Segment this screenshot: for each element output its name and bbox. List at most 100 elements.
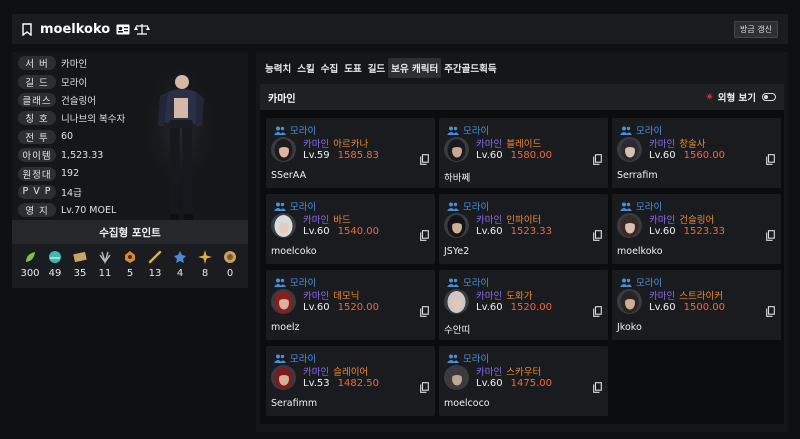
character-card[interactable]: 모라이 카마인 스트라이커 Lv.60 1500.00 Jkoko (612, 270, 781, 340)
collection-point-value: 35 (73, 268, 87, 279)
toggle-switch-icon[interactable] (762, 93, 776, 101)
card-server-class: 카마인 데모닉 (303, 288, 359, 302)
card-levels: Lv.60 1520.00 (476, 302, 552, 313)
card-item-level: 1560.00 (683, 150, 725, 161)
scale-icon[interactable] (134, 23, 151, 35)
profile-row-value: 1,523.33 (61, 149, 104, 161)
sailing-coin-icon (223, 250, 237, 264)
collection-point-value: 0 (226, 268, 234, 279)
card-guild: 모라이 (447, 275, 489, 289)
bookmark-icon[interactable] (22, 22, 34, 36)
profile-panel: 서 버 카마인 길 드 모라이 클래스 건슬링어 칭 호 니나브의 복수자 전 투 60 아이템 1,… (12, 52, 248, 288)
collection-point-item[interactable]: 35 (68, 250, 92, 279)
guild-members-icon (620, 202, 632, 211)
card-level: Lv.60 (303, 302, 330, 313)
card-item-level: 1520.00 (510, 302, 552, 313)
card-server: 카마인 (476, 215, 503, 226)
island-heart-icon (48, 250, 62, 264)
collection-point-item[interactable]: 49 (43, 250, 67, 279)
collection-point-item[interactable]: 8 (193, 250, 217, 279)
copy-icon[interactable] (593, 230, 602, 244)
character-card[interactable]: 모라이 카마인 인파이터 Lv.60 1523.33 JSYe2 (439, 194, 608, 264)
collection-point-item[interactable]: 0 (218, 250, 242, 279)
card-character-name: moelz (271, 322, 300, 333)
character-card[interactable]: 모라이 카마인 바드 Lv.60 1540.00 moelcoko (266, 194, 435, 264)
profile-row-label: 서 버 (18, 56, 56, 71)
profile-row-label: 영 지 (18, 203, 56, 218)
character-card[interactable]: 모라이 카마인 도화가 Lv.60 1520.00 수안띠 (439, 270, 608, 340)
card-item-level: 1482.50 (337, 378, 379, 389)
collection-point-value: 5 (126, 268, 134, 279)
character-card[interactable]: 모라이 카마인 스카우터 Lv.60 1475.00 moelcoco (439, 346, 608, 416)
card-server-class: 카마인 바드 (303, 212, 351, 226)
guild-members-icon (620, 278, 632, 287)
collection-point-item[interactable]: 5 (118, 250, 142, 279)
tab-2[interactable]: 수집 (318, 58, 341, 78)
card-guild-name: 모라이 (463, 202, 490, 213)
card-server: 카마인 (303, 139, 330, 150)
character-card[interactable]: 모라이 카마인 블레이드 Lv.60 1580.00 하바쩨 (439, 118, 608, 188)
copy-icon[interactable] (420, 382, 429, 396)
character-card[interactable]: 모라이 카마인 창술사 Lv.60 1560.00 Serrafim (612, 118, 781, 188)
copy-icon[interactable] (766, 154, 775, 168)
refresh-button[interactable]: 방금 갱신 (734, 20, 778, 38)
character-card[interactable]: 모라이 카마인 건슬링어 Lv.60 1523.33 moelkoko (612, 194, 781, 264)
card-character-name: moelkoko (617, 246, 663, 257)
collection-points-list: 300 49 35 11 5 13 4 8 0 (12, 244, 248, 279)
card-levels: Lv.60 1475.00 (476, 378, 552, 389)
card-class: 건슬링어 (679, 215, 715, 226)
card-character-name: moelcoco (444, 398, 490, 409)
card-class: 바드 (333, 215, 351, 226)
profile-row: 길 드 모라이 (18, 72, 125, 90)
copy-icon[interactable] (593, 382, 602, 396)
collection-point-item[interactable]: 11 (93, 250, 117, 279)
card-guild-name: 모라이 (463, 126, 490, 137)
card-item-level: 1523.33 (683, 226, 725, 237)
collection-point-item[interactable]: 300 (18, 250, 42, 279)
tab-3[interactable]: 도표 (341, 58, 364, 78)
card-character-name: 하바쩨 (444, 173, 471, 184)
profile-row: 원정대 192 (18, 164, 125, 182)
id-card-icon[interactable] (116, 24, 130, 35)
tab-1[interactable]: 스킬 (294, 58, 317, 78)
tab-5[interactable]: 보유 캐릭터 (388, 58, 442, 78)
guild-members-icon (274, 202, 286, 211)
appearance-view-toggle[interactable]: ✷ 외형 보기 (705, 90, 776, 104)
card-level: Lv.60 (303, 226, 330, 237)
character-avatar (444, 289, 469, 314)
card-server-class: 카마인 아르카나 (303, 136, 368, 150)
profile-row-value: 192 (61, 168, 80, 180)
card-guild: 모라이 (274, 199, 316, 213)
profile-row-value: 건슬링어 (61, 95, 96, 107)
card-server-class: 카마인 스트라이커 (649, 288, 723, 302)
tab-6[interactable]: 주간골드획득 (441, 58, 499, 78)
copy-icon[interactable] (420, 306, 429, 320)
card-item-level: 1585.83 (337, 150, 379, 161)
card-server: 카마인 (303, 291, 330, 302)
card-levels: Lv.60 1500.00 (649, 302, 725, 313)
collection-point-item[interactable]: 4 (168, 250, 192, 279)
tab-0[interactable]: 능력치 (262, 58, 294, 78)
card-character-name: 수안띠 (444, 325, 471, 336)
card-guild: 모라이 (447, 351, 489, 365)
card-class: 스카우터 (506, 367, 542, 378)
card-guild: 모라이 (274, 351, 316, 365)
profile-row-value: 카마인 (61, 59, 88, 71)
card-server-class: 카마인 블레이드 (476, 136, 541, 150)
copy-icon[interactable] (593, 154, 602, 168)
card-character-name: moelcoko (271, 246, 317, 257)
card-guild-name: 모라이 (463, 278, 490, 289)
copy-icon[interactable] (420, 154, 429, 168)
character-card[interactable]: 모라이 카마인 데모닉 Lv.60 1520.00 moelz (266, 270, 435, 340)
copy-icon[interactable] (593, 306, 602, 320)
character-avatar (271, 213, 296, 238)
tab-4[interactable]: 길드 (365, 58, 388, 78)
character-card[interactable]: 모라이 카마인 슬레이어 Lv.53 1482.50 Serafimm (266, 346, 435, 416)
card-levels: Lv.53 1482.50 (303, 378, 379, 389)
card-class: 인파이터 (506, 215, 542, 226)
copy-icon[interactable] (420, 230, 429, 244)
copy-icon[interactable] (766, 230, 775, 244)
copy-icon[interactable] (766, 306, 775, 320)
collection-point-item[interactable]: 13 (143, 250, 167, 279)
character-card[interactable]: 모라이 카마인 아르카나 Lv.59 1585.83 SSerAA (266, 118, 435, 188)
